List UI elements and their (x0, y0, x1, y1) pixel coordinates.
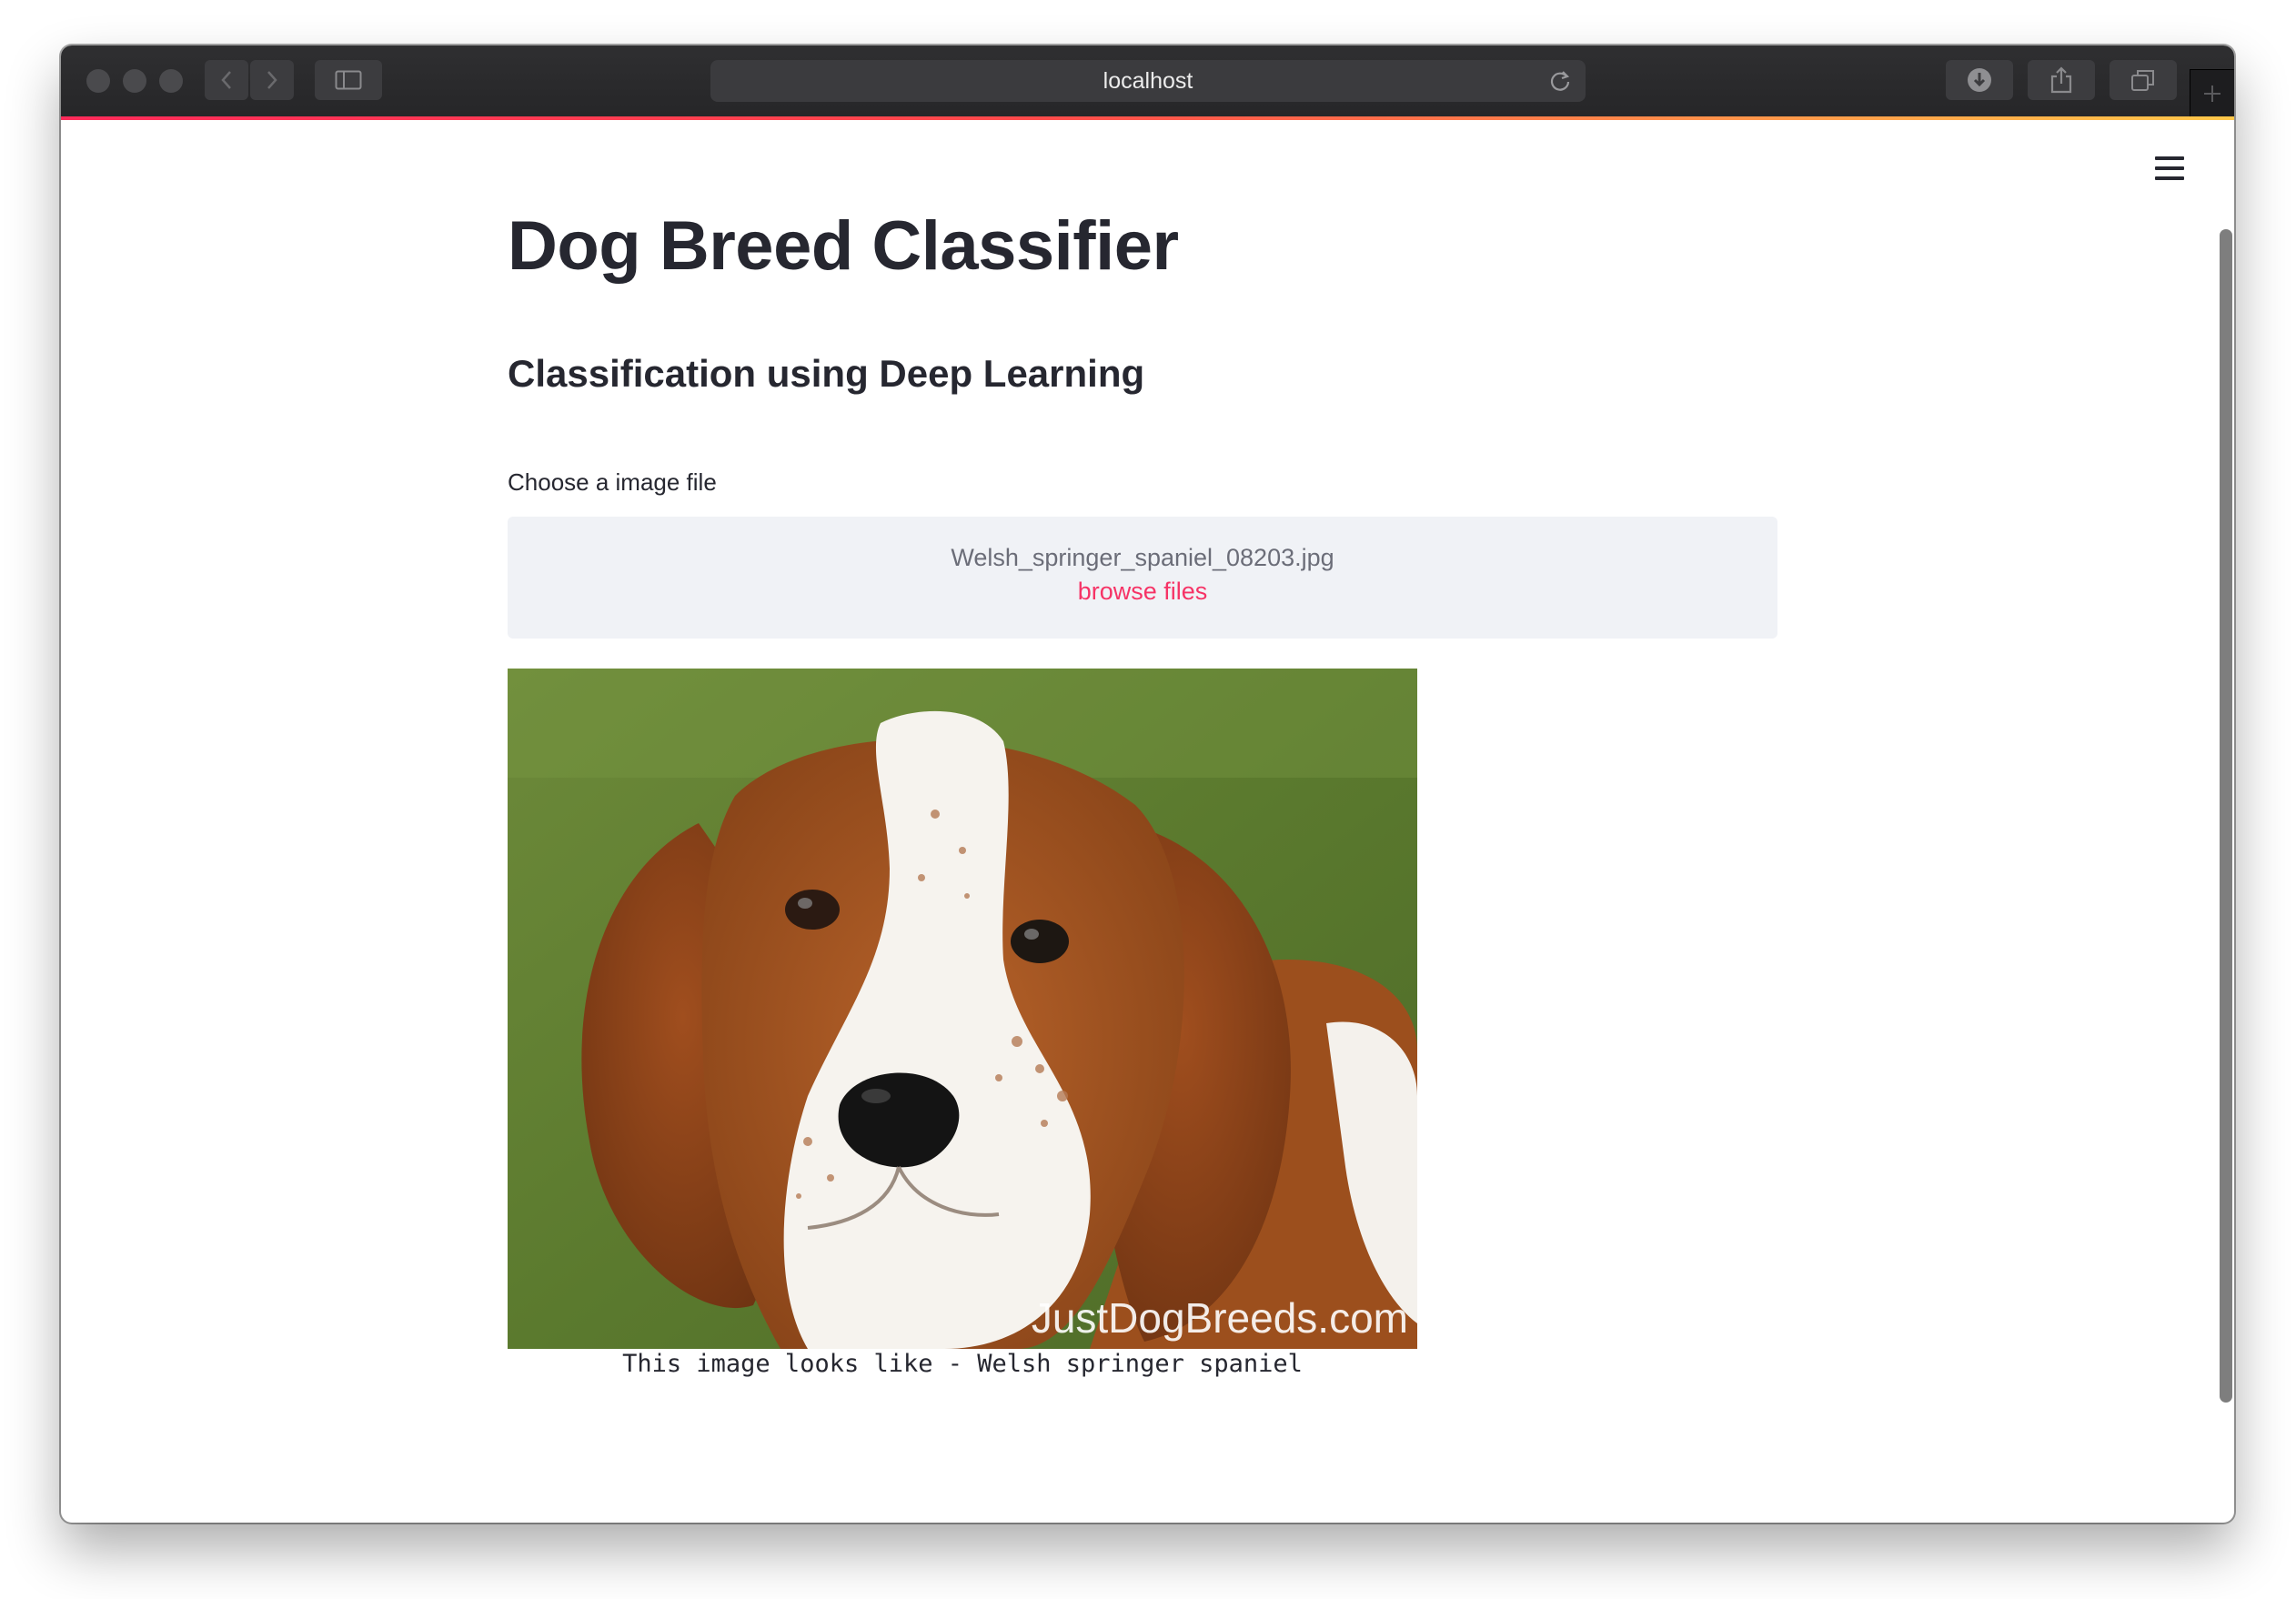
address-bar[interactable]: localhost (710, 60, 1586, 102)
app-viewport: Dog Breed Classifier Classification usin… (61, 120, 2234, 1523)
tabs-icon (2131, 70, 2154, 91)
scrollbar[interactable] (2220, 229, 2232, 1403)
download-icon (1968, 68, 1991, 92)
image-watermark: JustDogBreeds.com (1032, 1294, 1408, 1342)
page-subtitle: Classification using Deep Learning (508, 352, 1145, 395)
plus-icon (2204, 85, 2220, 102)
tabs-overview-button[interactable] (2110, 60, 2177, 100)
browser-toolbar: localhost (61, 45, 2234, 117)
prediction-caption: This image looks like - Welsh springer s… (622, 1350, 1303, 1378)
new-tab-button[interactable] (2190, 69, 2234, 117)
forward-button[interactable] (250, 60, 294, 100)
back-button[interactable] (205, 60, 248, 100)
browse-files-link[interactable]: browse files (508, 578, 1777, 606)
browser-window: localhost Dog Breed Classifier Classific… (61, 45, 2234, 1523)
file-uploader-label: Choose a image file (508, 468, 717, 496)
file-dropzone[interactable]: Welsh_springer_spaniel_08203.jpg browse … (508, 517, 1777, 639)
uploaded-file-name: Welsh_springer_spaniel_08203.jpg (951, 544, 1334, 571)
chevron-left-icon (221, 71, 231, 89)
chevron-right-icon (267, 71, 277, 89)
menu-icon[interactable] (2155, 156, 2184, 180)
uploaded-dog-photo: JustDogBreeds.com (508, 669, 1417, 1349)
reload-icon[interactable] (1547, 68, 1573, 94)
sidebar-button[interactable] (315, 60, 382, 100)
close-window-button[interactable] (86, 69, 110, 93)
sidebar-icon (335, 70, 362, 90)
zoom-window-button[interactable] (159, 69, 183, 93)
share-icon (2050, 66, 2072, 94)
url-text: localhost (1103, 68, 1193, 94)
share-button[interactable] (2028, 60, 2095, 100)
page-title: Dog Breed Classifier (508, 207, 1179, 285)
minimize-window-button[interactable] (123, 69, 146, 93)
downloads-button[interactable] (1946, 60, 2013, 100)
